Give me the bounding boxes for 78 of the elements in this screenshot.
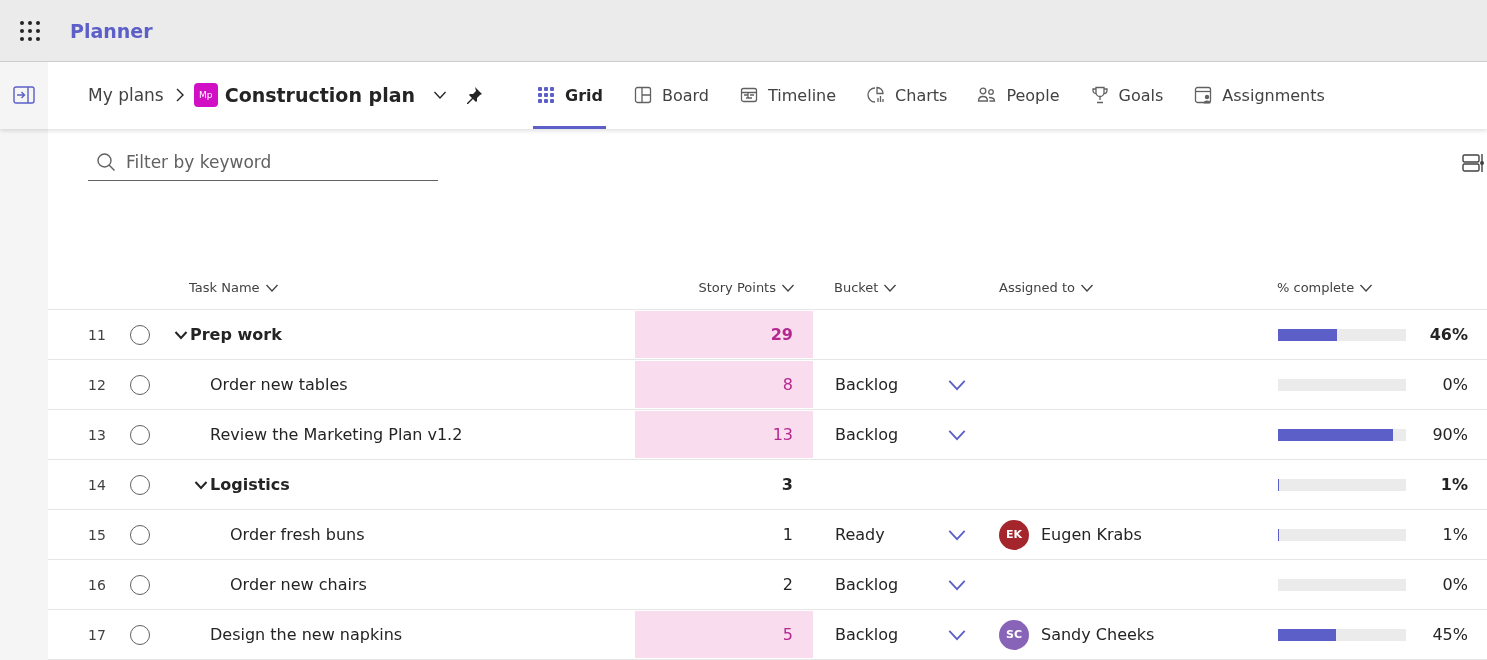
assignee-name: Sandy Cheeks: [1041, 625, 1155, 644]
view-tab[interactable]: Board: [630, 65, 713, 129]
app-launcher-icon[interactable]: [19, 19, 41, 42]
percent-complete: 0%: [1442, 375, 1468, 394]
story-points-cell: 13: [635, 411, 813, 458]
complete-toggle[interactable]: [130, 424, 150, 445]
collapse-chevron-icon[interactable]: [194, 479, 208, 490]
row-number: 12: [88, 376, 106, 393]
search-icon: [96, 151, 116, 172]
tab-icon: [866, 85, 887, 106]
story-points-cell: 5: [635, 611, 813, 658]
task-name: Logistics: [210, 475, 290, 494]
plan-name: Construction plan: [224, 84, 416, 107]
app-title: Planner: [70, 19, 153, 42]
filter-field[interactable]: Filter by keyword: [124, 150, 430, 173]
bucket-name: Backlog: [835, 425, 899, 444]
view-tab[interactable]: Grid: [533, 65, 606, 129]
collapse-chevron-icon[interactable]: [174, 329, 188, 340]
breadcrumb-link[interactable]: My plans: [88, 85, 164, 106]
percent-complete: 45%: [1432, 625, 1468, 644]
complete-toggle[interactable]: [130, 574, 150, 595]
assignee-name: Eugen Krabs: [1041, 525, 1142, 544]
column-header[interactable]: Bucket: [834, 280, 879, 295]
tab-icon: [1089, 85, 1110, 106]
task-name: Order new tables: [210, 375, 348, 394]
tab-icon: [536, 85, 557, 106]
story-points-cell-text: 2: [781, 574, 794, 596]
column-header[interactable]: Assigned to: [999, 280, 1075, 295]
task-name: Order new chairs: [230, 575, 367, 594]
bucket-name: Backlog: [835, 575, 899, 594]
percent-complete: 1%: [1440, 475, 1468, 494]
percent-complete: 46%: [1429, 325, 1468, 344]
view-tab[interactable]: Charts: [863, 65, 951, 129]
column-header[interactable]: % complete: [1277, 280, 1355, 295]
task-name: Prep work: [190, 325, 282, 344]
row-number: 16: [88, 576, 106, 593]
view-tab[interactable]: People: [974, 65, 1063, 129]
expand-sidebar-icon[interactable]: [13, 86, 35, 104]
row-number: 13: [88, 426, 106, 443]
complete-toggle[interactable]: [130, 524, 150, 545]
bucket-name: Backlog: [835, 625, 899, 644]
view-tab[interactable]: Timeline: [736, 65, 840, 129]
row-number: 14: [88, 476, 106, 493]
avatar: SC: [999, 619, 1029, 650]
complete-toggle[interactable]: [130, 324, 150, 345]
pin-icon[interactable]: [465, 86, 484, 105]
story-points-cell-text: 3: [780, 474, 794, 496]
bucket-name: Backlog: [835, 375, 899, 394]
story-points-cell: 8: [635, 361, 813, 408]
tab-icon: [1193, 85, 1214, 106]
percent-complete: 90%: [1432, 425, 1468, 444]
task-name: Review the Marketing Plan v1.2: [210, 425, 463, 444]
sort-chevron-icon[interactable]: [1080, 282, 1094, 293]
view-tab[interactable]: Goals: [1086, 65, 1167, 129]
percent-complete: 0%: [1442, 575, 1468, 594]
sort-chevron-icon[interactable]: [264, 282, 279, 293]
task-name: Design the new napkins: [210, 625, 403, 644]
row-number: 17: [88, 626, 106, 643]
plan-badge: Mp: [193, 83, 218, 108]
complete-toggle[interactable]: [130, 474, 150, 495]
avatar: EK: [999, 519, 1029, 550]
row-number: 15: [88, 526, 106, 543]
row-number: 11: [88, 326, 106, 343]
story-points-cell: 29: [635, 311, 813, 358]
sort-chevron-icon[interactable]: [781, 282, 795, 293]
percent-complete: 1%: [1442, 525, 1468, 544]
story-points-cell-text: 1: [781, 524, 794, 546]
column-header[interactable]: Task Name: [189, 280, 260, 295]
complete-toggle[interactable]: [130, 624, 150, 645]
sort-chevron-icon[interactable]: [883, 282, 898, 293]
complete-toggle[interactable]: [130, 374, 150, 395]
tab-icon: [633, 85, 653, 106]
sort-chevron-icon[interactable]: [1359, 282, 1374, 293]
view-tab[interactable]: Assignments: [1190, 65, 1328, 129]
column-header[interactable]: Story Points: [698, 280, 776, 295]
task-name: Order fresh buns: [230, 525, 365, 544]
bucket-name: Ready: [835, 525, 885, 544]
column-settings-icon[interactable]: [1462, 152, 1484, 173]
